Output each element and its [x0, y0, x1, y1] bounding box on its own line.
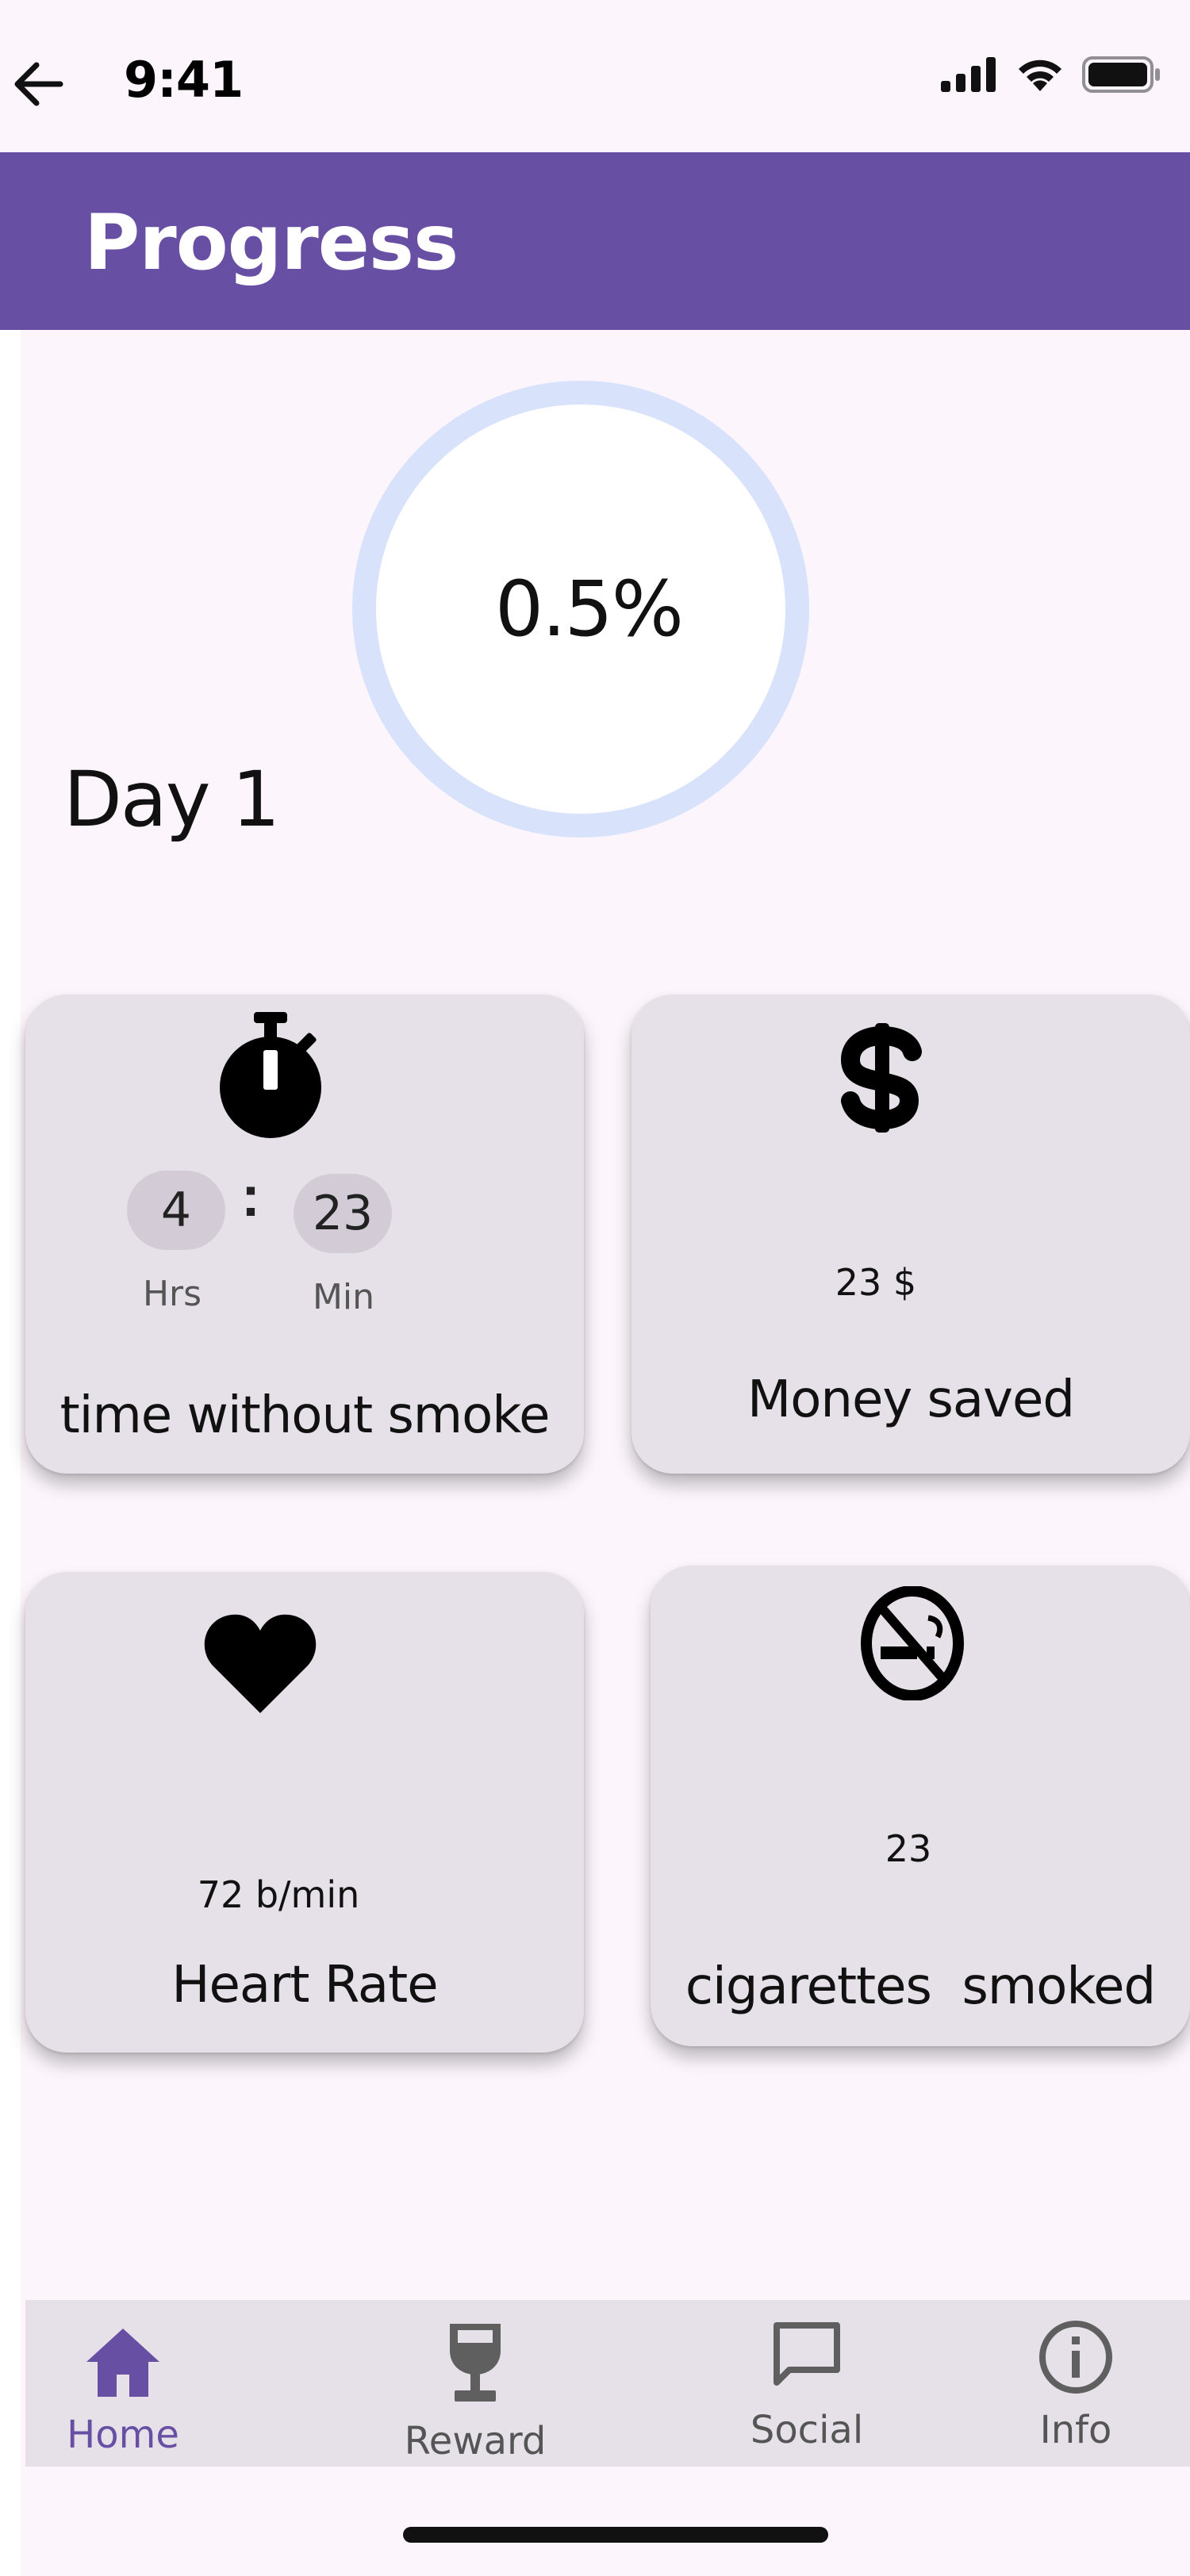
progress-screen: 9:41 Progress 0.5% Day 1 4: 23 Hrs Min …	[0, 0, 1190, 2576]
progress-percent: 0.5%	[495, 565, 684, 654]
status-bar: 9:41	[0, 0, 1190, 152]
heart-rate-value: 72 b/min	[197, 1873, 360, 1916]
heart-rate-label: Heart Rate	[171, 1956, 438, 2014]
home-icon	[86, 2329, 159, 2397]
screen-edge	[0, 0, 21, 2576]
minutes-unit: Min	[312, 1277, 375, 1317]
nav-item-reward[interactable]: Reward	[352, 2300, 598, 2467]
nav-item-home[interactable]: Home	[25, 2300, 221, 2467]
battery-icon	[1082, 56, 1160, 93]
nav-label-social: Social	[750, 2408, 864, 2452]
nav-label-info: Info	[1039, 2408, 1112, 2452]
bottom-navigation: Home Reward Social Info	[25, 2300, 1190, 2467]
cellular-signal-icon	[941, 57, 996, 92]
status-icons	[941, 52, 1161, 97]
hours-unit: Hrs	[142, 1274, 202, 1314]
money-saved-label: Money saved	[747, 1370, 1075, 1429]
minutes-value: 23	[294, 1174, 392, 1253]
dollar-icon	[840, 1023, 922, 1133]
nav-label-reward: Reward	[404, 2419, 547, 2463]
wifi-icon	[1019, 59, 1061, 91]
status-time: 9:41	[124, 51, 244, 109]
page-title: Progress	[84, 198, 459, 287]
back-button[interactable]	[8, 54, 68, 114]
time-without-smoke-card[interactable]: 4 : 23 Hrs Min time without smoke	[25, 995, 584, 1474]
nav-item-info[interactable]: Info	[998, 2300, 1154, 2467]
cigarettes-smoked-label: cigarettes smoked	[685, 1957, 1156, 2016]
hours-value: 4	[127, 1171, 225, 1250]
home-indicator[interactable]	[403, 2527, 828, 2543]
money-saved-card[interactable]: 23 $ Money saved	[631, 995, 1190, 1474]
no-smoking-icon	[861, 1586, 964, 1700]
app-bar: Progress	[0, 152, 1190, 330]
chat-icon	[774, 2322, 840, 2386]
day-label: Day 1	[63, 755, 280, 844]
cigarettes-smoked-card[interactable]: 23 cigarettes smoked	[651, 1566, 1190, 2046]
nav-label-home: Home	[67, 2413, 179, 2457]
trophy-icon	[450, 2324, 501, 2402]
time-separator: :	[241, 1165, 260, 1229]
heart-icon	[204, 1614, 317, 1713]
progress-ring: 0.5%	[352, 381, 809, 838]
nav-item-social[interactable]: Social	[682, 2300, 931, 2467]
heart-rate-card[interactable]: 72 b/min Heart Rate	[25, 1572, 584, 2053]
stopwatch-icon	[220, 1012, 321, 1138]
info-icon	[1039, 2321, 1112, 2394]
money-saved-value: 23 $	[835, 1261, 917, 1304]
time-without-smoke-label: time without smoke	[60, 1386, 551, 1445]
cigarettes-smoked-value: 23	[885, 1827, 932, 1870]
arrow-left-icon	[14, 62, 63, 106]
